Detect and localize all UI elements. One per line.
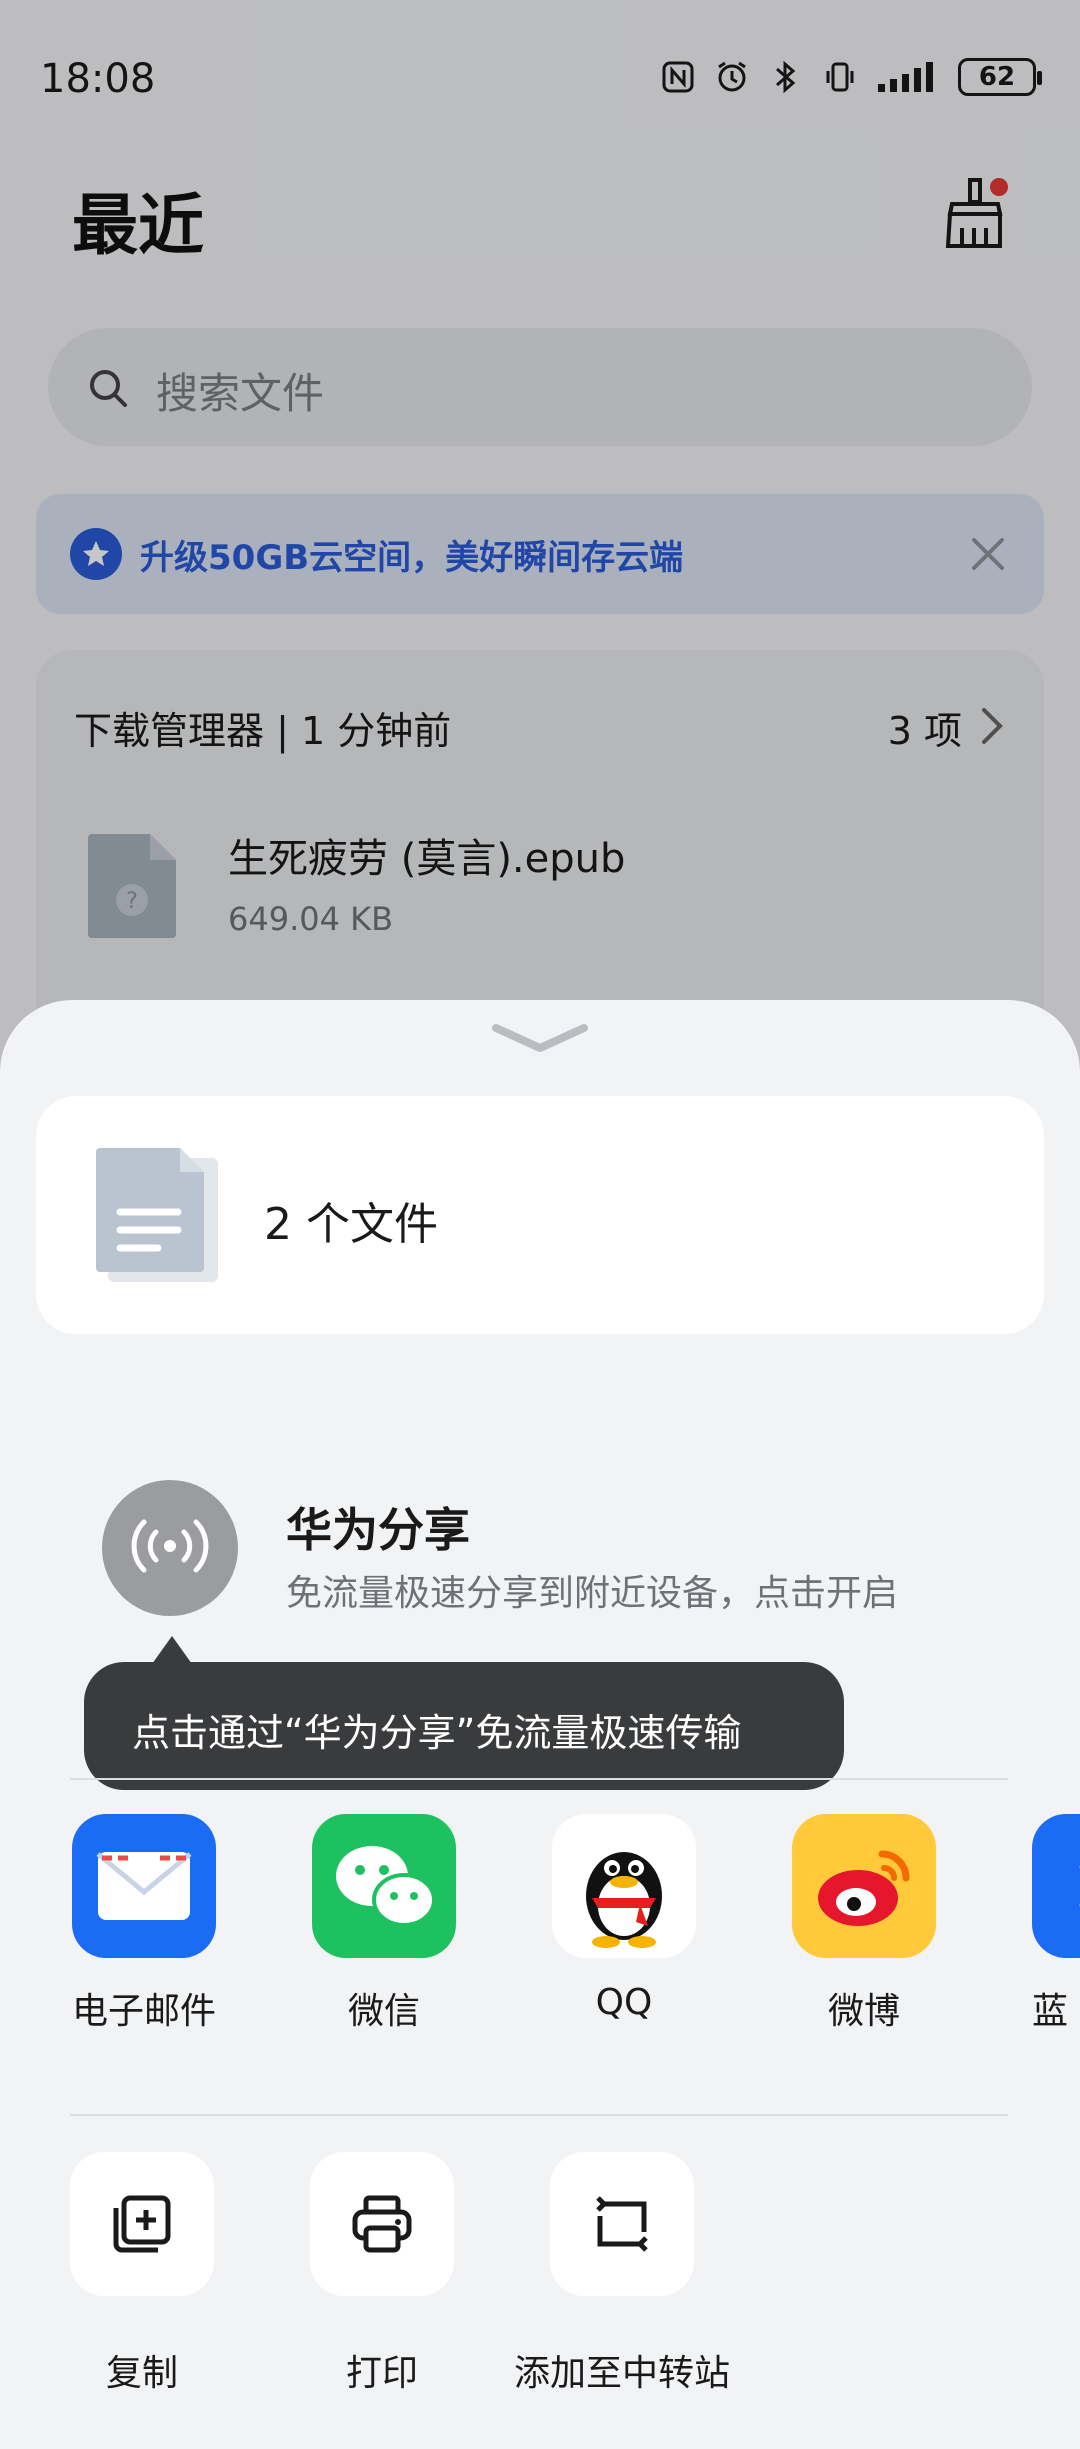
app-label: QQ (595, 1982, 653, 2023)
wechat-icon (312, 1814, 456, 1958)
shared-files-summary: 2 个文件 (36, 1096, 1044, 1334)
action-label: 复制 (105, 2353, 178, 2394)
mail-icon (72, 1814, 216, 1958)
wireless-broadcast-icon (130, 1516, 210, 1580)
share-app-qq[interactable]: QQ (534, 1814, 714, 2034)
weibo-icon (792, 1814, 936, 1958)
huawei-share-button[interactable] (102, 1480, 238, 1616)
huawei-share-tooltip: 点击通过“华为分享”免流量极速传输 (84, 1662, 844, 1790)
share-sheet: 2 个文件 华为分享 免流量极速分享到附近设备，点击开启 点击通过“华为分享”免… (0, 1000, 1080, 2449)
action-label: 添加至中转站 (513, 2353, 730, 2394)
print-icon (310, 2152, 454, 2296)
app-label: 微博 (827, 1991, 900, 2032)
huawei-share-title[interactable]: 华为分享 (286, 1494, 470, 1560)
action-label: 打印 (345, 2353, 418, 2394)
copy-icon (70, 2152, 214, 2296)
app-label: 蓝 (1032, 1991, 1069, 2032)
tooltip-text: 点击通过“华为分享”免流量极速传输 (132, 1711, 742, 1755)
huawei-share-subtitle[interactable]: 免流量极速分享到附近设备，点击开启 (286, 1564, 898, 1616)
collapse-handle-icon[interactable] (488, 1018, 592, 1058)
transfer-icon (550, 2152, 694, 2296)
qq-icon (552, 1814, 696, 1958)
app-label: 电子邮件 (71, 1991, 216, 2032)
share-app-weibo[interactable]: 微博 (774, 1814, 954, 2034)
share-app-wechat[interactable]: 微信 (294, 1814, 474, 2034)
document-icon (94, 1146, 224, 1286)
tooltip-arrow (152, 1636, 192, 1664)
divider (70, 2114, 1008, 2116)
divider (70, 1778, 1008, 1780)
app-label: 微信 (347, 1991, 420, 2032)
action-add-to-transfer-station[interactable]: 添加至中转站 (512, 2152, 732, 2394)
files-count-label: 2 个文件 (264, 1199, 438, 1250)
share-app-email[interactable]: 电子邮件 (54, 1814, 234, 2034)
action-copy[interactable]: 复制 (32, 2152, 252, 2394)
action-print[interactable]: 打印 (272, 2152, 492, 2394)
bluetooth-icon (1032, 1814, 1080, 1958)
share-app-bluetooth[interactable]: 蓝 (1014, 1814, 1080, 2034)
